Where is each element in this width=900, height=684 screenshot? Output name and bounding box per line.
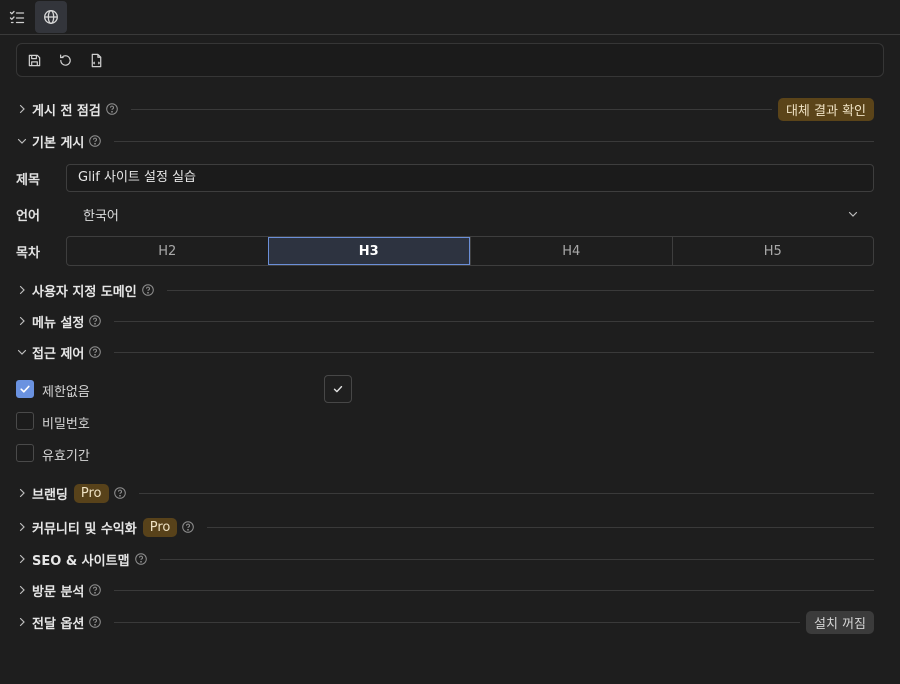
- chevron-down-icon: [17, 349, 27, 355]
- expiry-checkbox[interactable]: [16, 444, 34, 462]
- section-basic[interactable]: 기본 게시: [16, 130, 874, 152]
- password-checkbox[interactable]: [16, 412, 34, 430]
- help-icon[interactable]: [88, 134, 102, 148]
- no-restriction-checkbox[interactable]: [16, 380, 34, 398]
- chevron-right-icon: [19, 488, 25, 498]
- pro-badge: Pro: [142, 517, 178, 537]
- section-analytics[interactable]: 방문 분석: [16, 579, 874, 601]
- chevron-down-icon: [17, 138, 27, 144]
- title-input[interactable]: Glif 사이트 설정 실습: [66, 164, 874, 192]
- checkmark-icon: [20, 385, 30, 393]
- toc-option-h2[interactable]: H2: [67, 237, 268, 265]
- toc-segmented-control: H2 H3 H4 H5: [66, 236, 874, 266]
- section-title: 게시 전 점검: [32, 103, 101, 119]
- help-icon[interactable]: [134, 552, 148, 566]
- help-icon[interactable]: [113, 486, 127, 500]
- help-icon[interactable]: [88, 583, 102, 597]
- section-title: 사용자 지정 도메인: [32, 284, 137, 300]
- section-community[interactable]: 커뮤니티 및 수익화 Pro: [16, 516, 874, 538]
- divider: [114, 589, 874, 591]
- section-title: 전달 옵션: [32, 616, 85, 632]
- reset-button[interactable]: [56, 51, 74, 69]
- confirm-button[interactable]: [324, 375, 352, 403]
- globe-tab[interactable]: [35, 1, 67, 33]
- help-icon[interactable]: [181, 520, 195, 534]
- chevron-right-icon: [19, 617, 25, 627]
- help-icon[interactable]: [88, 314, 102, 328]
- checklist-icon: [9, 10, 25, 24]
- section-seo[interactable]: SEO & 사이트맵: [16, 548, 874, 570]
- section-access[interactable]: 접근 제어: [16, 341, 874, 363]
- divider: [114, 140, 874, 142]
- chevron-right-icon: [19, 104, 25, 114]
- section-title: 접근 제어: [32, 346, 85, 362]
- globe-icon: [44, 10, 58, 24]
- chevron-right-icon: [19, 585, 25, 595]
- install-status-badge: 설치 꺼짐: [806, 610, 874, 634]
- help-icon[interactable]: [105, 102, 119, 116]
- language-select[interactable]: 한국어: [66, 200, 874, 228]
- save-icon: [28, 54, 40, 66]
- export-file-icon: [91, 53, 101, 67]
- section-menu[interactable]: 메뉴 설정: [16, 310, 874, 332]
- help-icon[interactable]: [88, 345, 102, 359]
- title-label: 제목: [16, 173, 40, 188]
- export-button[interactable]: [87, 51, 105, 69]
- no-restriction-label: 제한없음: [42, 385, 90, 400]
- tab-bar: [0, 0, 900, 35]
- chevron-right-icon: [19, 316, 25, 326]
- chevron-right-icon: [19, 554, 25, 564]
- chevron-right-icon: [19, 522, 25, 532]
- language-value: 한국어: [83, 208, 119, 224]
- help-icon[interactable]: [141, 283, 155, 297]
- section-title: 기본 게시: [32, 135, 85, 151]
- section-title: 방문 분석: [32, 584, 85, 600]
- check-alternative-button[interactable]: 대체 결과 확인: [777, 97, 874, 121]
- toc-option-h4[interactable]: H4: [470, 237, 672, 265]
- checklist-tab[interactable]: [1, 1, 33, 33]
- divider: [114, 621, 801, 623]
- section-prepublish[interactable]: 게시 전 점검 대체 결과 확인: [16, 97, 874, 121]
- pro-badge: Pro: [73, 483, 109, 503]
- toc-label: 목차: [16, 246, 40, 261]
- help-icon[interactable]: [88, 615, 102, 629]
- toc-option-h3[interactable]: H3: [267, 237, 470, 265]
- section-title: 커뮤니티 및 수익화: [32, 521, 137, 537]
- divider: [138, 492, 874, 494]
- divider: [159, 558, 874, 560]
- section-title: SEO & 사이트맵: [32, 553, 130, 569]
- divider: [114, 351, 874, 353]
- toc-option-h5[interactable]: H5: [671, 237, 874, 265]
- section-domain[interactable]: 사용자 지정 도메인: [16, 279, 874, 301]
- divider: [207, 526, 874, 528]
- divider: [166, 289, 874, 291]
- chevron-down-icon: [848, 211, 858, 217]
- reset-icon: [59, 53, 71, 66]
- checkmark-icon: [333, 385, 343, 393]
- chevron-right-icon: [19, 285, 25, 295]
- section-branding[interactable]: 브랜딩 Pro: [16, 482, 874, 504]
- section-delivery[interactable]: 전달 옵션 설치 꺼짐: [16, 610, 874, 634]
- save-button[interactable]: [25, 51, 43, 69]
- divider: [114, 320, 874, 322]
- section-title: 메뉴 설정: [32, 315, 85, 331]
- divider: [130, 108, 772, 110]
- toolbar: [16, 43, 884, 77]
- language-label: 언어: [16, 209, 40, 224]
- expiry-label: 유효기간: [42, 449, 90, 464]
- password-label: 비밀번호: [42, 417, 90, 432]
- section-title: 브랜딩: [32, 487, 68, 503]
